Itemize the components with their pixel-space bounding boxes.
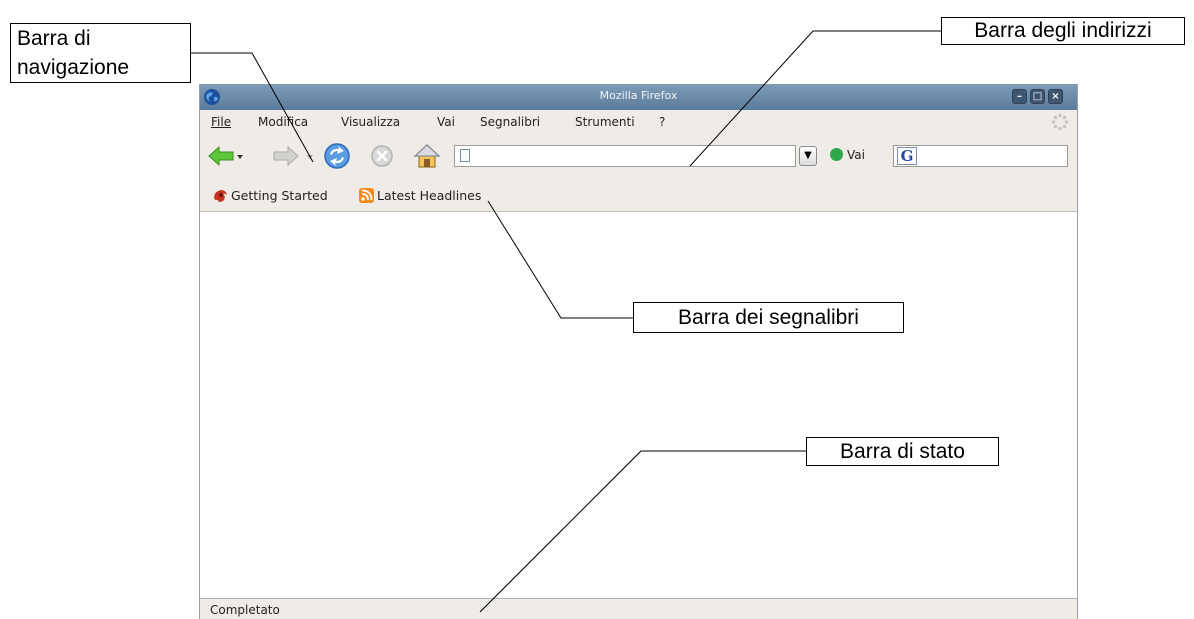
browser-window: Mozilla Firefox – □ × File Modifica Visu… (199, 84, 1078, 619)
rss-icon (359, 188, 374, 203)
page-icon (460, 149, 470, 162)
address-bar[interactable] (454, 145, 796, 167)
callout-navigation-bar: Barra di navigazione (10, 23, 191, 83)
menu-help[interactable]: ? (659, 115, 665, 129)
callout-status-bar-text: Barra di stato (840, 440, 965, 463)
forward-icon[interactable] (272, 146, 300, 166)
back-icon[interactable] (207, 146, 235, 166)
firefox-icon (214, 190, 227, 202)
menu-modifica[interactable]: Modifica (258, 115, 308, 129)
stop-icon[interactable] (370, 144, 394, 168)
go-button[interactable]: Vai (830, 148, 865, 162)
go-icon (830, 148, 843, 161)
close-button[interactable]: × (1048, 89, 1063, 104)
callout-navigation-bar-text: Barra di navigazione (17, 27, 130, 79)
bookmark-getting-started[interactable]: Getting Started (213, 188, 328, 203)
google-icon[interactable]: G (897, 147, 917, 165)
window-title: Mozilla Firefox (599, 89, 678, 102)
status-text: Completato (210, 603, 280, 617)
search-box[interactable]: G (893, 145, 1068, 167)
menu-strumenti[interactable]: Strumenti (575, 115, 635, 129)
search-input[interactable] (924, 148, 1066, 166)
menu-segnalibri[interactable]: Segnalibri (480, 115, 540, 129)
navigation-toolbar: ▼ Vai G (200, 134, 1077, 176)
maximize-button[interactable]: □ (1030, 89, 1045, 104)
callout-bookmarks-bar: Barra dei segnalibri (633, 302, 904, 333)
menu-vai[interactable]: Vai (437, 115, 455, 129)
menu-bar: File Modifica Visualizza Vai Segnalibri … (200, 110, 1077, 134)
address-dropdown-button[interactable]: ▼ (799, 146, 817, 166)
status-bar: Completato (200, 598, 1077, 619)
chevron-down-icon: ▼ (804, 150, 812, 161)
callout-address-bar: Barra degli indirizzi (941, 17, 1185, 45)
back-dropdown-icon[interactable] (236, 154, 244, 160)
page-content[interactable] (200, 212, 1077, 598)
bookmark-label: Latest Headlines (377, 188, 482, 203)
bookmark-latest-headlines[interactable]: Latest Headlines (359, 188, 481, 203)
title-bar[interactable]: Mozilla Firefox – □ × (200, 84, 1077, 110)
bookmark-label: Getting Started (231, 188, 328, 203)
forward-dropdown-icon[interactable] (306, 154, 314, 160)
reload-icon[interactable] (322, 142, 352, 170)
home-icon[interactable] (413, 142, 441, 170)
menu-file[interactable]: File (211, 115, 231, 129)
bookmarks-toolbar: Getting Started Latest Headlines (200, 176, 1077, 212)
callout-status-bar: Barra di stato (806, 437, 999, 466)
callout-bookmarks-bar-text: Barra dei segnalibri (678, 306, 859, 329)
throbber-icon (1051, 113, 1069, 131)
address-input[interactable] (477, 148, 791, 166)
menu-visualizza[interactable]: Visualizza (341, 115, 400, 129)
minimize-button[interactable]: – (1012, 89, 1027, 104)
callout-address-bar-text: Barra degli indirizzi (974, 19, 1152, 42)
go-label: Vai (847, 148, 865, 162)
